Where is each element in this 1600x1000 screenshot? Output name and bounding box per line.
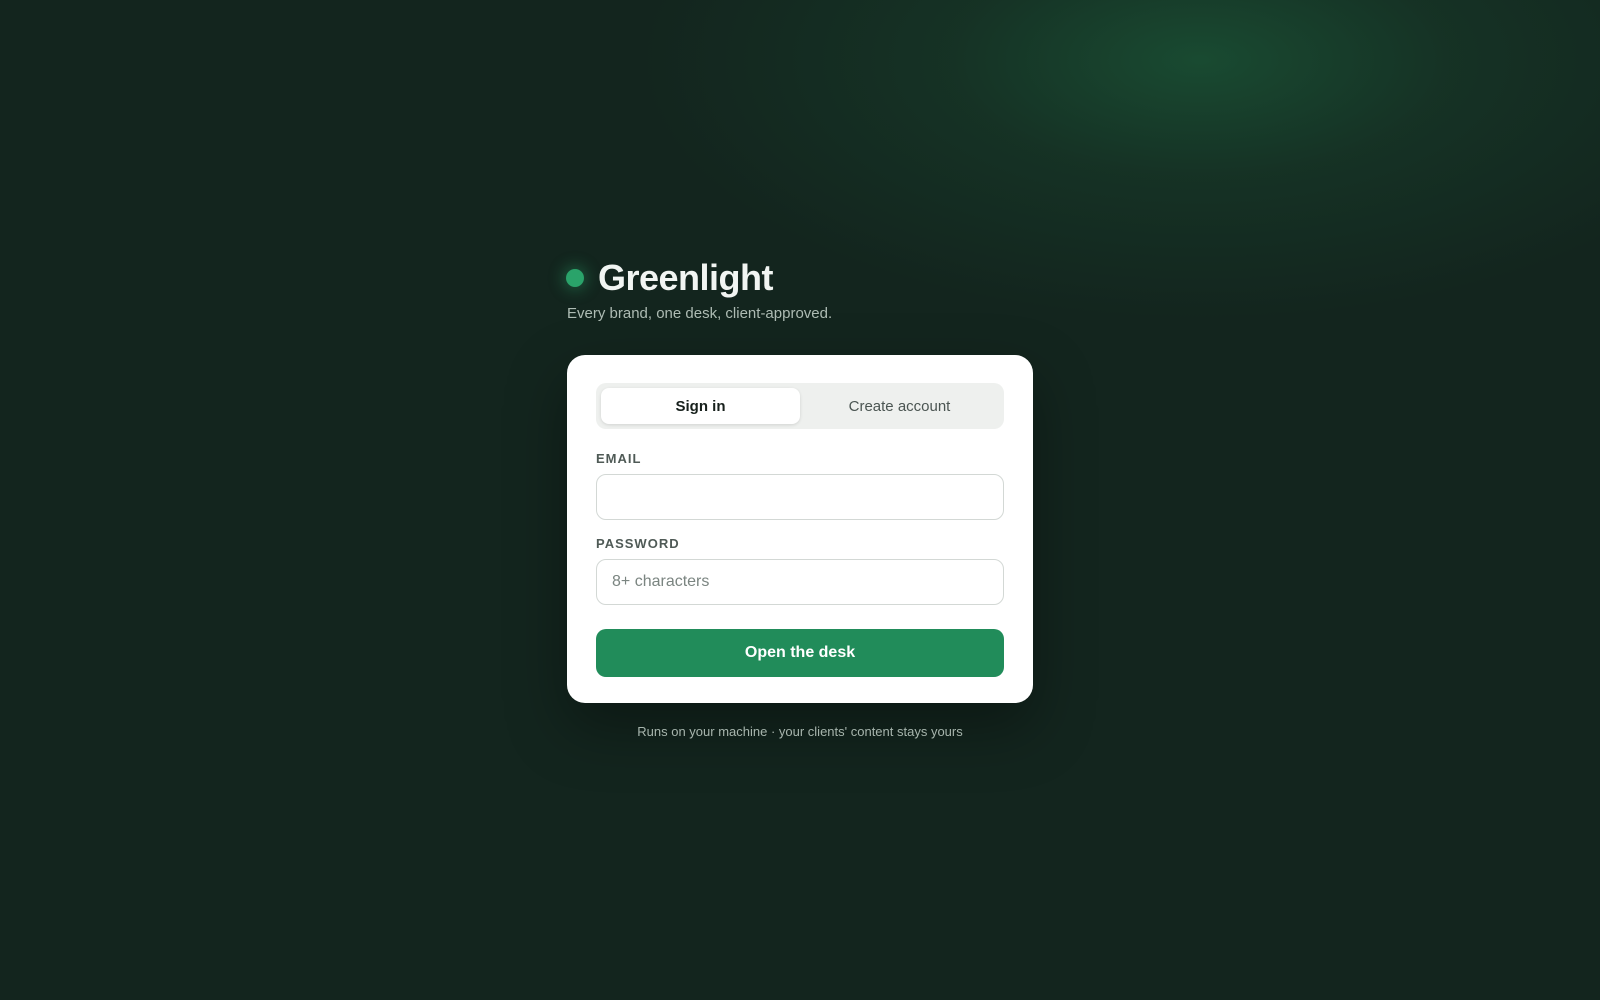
auth-card: Sign in Create account EMAIL PASSWORD Op… (567, 355, 1033, 703)
password-field[interactable] (596, 559, 1004, 605)
open-desk-button[interactable]: Open the desk (596, 629, 1004, 677)
tab-sign-in[interactable]: Sign in (601, 388, 800, 424)
email-field[interactable] (596, 474, 1004, 520)
footer-note: Runs on your machine · your clients' con… (637, 724, 963, 739)
password-label: PASSWORD (596, 536, 680, 551)
green-dot-icon (566, 269, 584, 287)
tagline: Every brand, one desk, client-approved. (567, 305, 833, 322)
app-title: Greenlight (598, 257, 774, 298)
brand-header: Greenlight (566, 252, 774, 304)
email-label: EMAIL (596, 451, 642, 466)
tab-create-account[interactable]: Create account (800, 388, 999, 424)
auth-tabs: Sign in Create account (596, 383, 1004, 429)
